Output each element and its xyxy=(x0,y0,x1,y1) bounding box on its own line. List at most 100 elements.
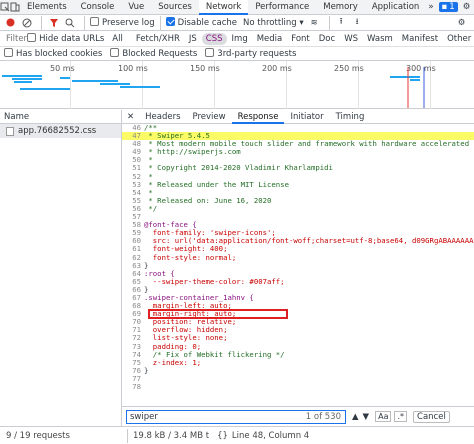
tab-network[interactable]: Network xyxy=(198,0,249,15)
line-text: * Released under the MIT License xyxy=(144,179,289,189)
filter-bar: Filter Hide data URLs All Fetch/XHR JS C… xyxy=(0,31,474,47)
throttling-value: No throttling xyxy=(243,17,297,28)
code-line: 62 font-style: normal; xyxy=(122,252,474,262)
filter-type-css[interactable]: CSS xyxy=(201,32,227,45)
line-text: * http://swiperjs.com xyxy=(144,147,241,157)
tab-elements[interactable]: Elements xyxy=(20,0,74,15)
clear-icon[interactable] xyxy=(20,16,33,29)
preserve-log-checkbox[interactable]: Preserve log xyxy=(90,17,155,28)
blocked-requests-checkbox[interactable]: Blocked Requests xyxy=(110,48,197,59)
tab-performance[interactable]: Performance xyxy=(248,0,316,15)
tab-headers[interactable]: Headers xyxy=(139,110,186,124)
device-toolbar-icon[interactable] xyxy=(10,2,20,12)
hide-data-urls-label: Hide data URLs xyxy=(39,34,105,44)
tab-sources[interactable]: Sources xyxy=(151,0,199,15)
network-overview-timeline[interactable]: 50 ms 100 ms 150 ms 200 ms 250 ms 300 ms xyxy=(0,61,474,109)
search-count: 1 of 530 xyxy=(305,411,341,422)
search-icon[interactable] xyxy=(63,16,76,29)
tab-response[interactable]: Response xyxy=(231,110,285,124)
filter-type-wasm[interactable]: Wasm xyxy=(363,33,397,45)
line-number: 78 xyxy=(132,382,141,391)
checkbox-box[interactable] xyxy=(4,48,13,57)
request-name: app.76682552.css xyxy=(18,126,97,136)
filter-type-all[interactable]: All xyxy=(108,33,127,45)
line-text: font-style: normal; xyxy=(144,252,237,262)
checkbox-box[interactable] xyxy=(110,48,120,57)
import-icon[interactable]: ⭱ xyxy=(335,16,348,29)
preserve-log-label: Preserve log xyxy=(102,18,155,28)
code-line: 53 * Released under the MIT License xyxy=(122,179,474,189)
export-icon[interactable]: ⭳ xyxy=(351,16,364,29)
code-line: 78 xyxy=(122,382,474,391)
tab-initiator[interactable]: Initiator xyxy=(284,110,329,124)
settings-icon[interactable]: ⚙ xyxy=(463,2,471,12)
blocked-requests-label: Blocked Requests xyxy=(122,49,198,59)
next-match-icon[interactable]: ▼ xyxy=(363,412,370,422)
disable-cache-label: Disable cache xyxy=(177,18,237,28)
name-column-header[interactable]: Name xyxy=(0,110,121,124)
tab-console[interactable]: Console xyxy=(74,0,122,15)
line-text: */ xyxy=(144,203,158,213)
blocked-cookies-checkbox[interactable]: Has blocked cookies xyxy=(4,48,102,59)
tab-application[interactable]: Application xyxy=(365,0,427,15)
filter-type-ws[interactable]: WS xyxy=(340,33,362,45)
line-text: } xyxy=(144,365,149,375)
network-conditions-icon[interactable]: ≋ xyxy=(308,16,321,29)
checkbox-box[interactable] xyxy=(90,17,99,26)
tab-timing[interactable]: Timing xyxy=(330,110,371,124)
disable-cache-checkbox[interactable]: Disable cache xyxy=(165,17,237,28)
code-line: 76} xyxy=(122,365,474,375)
network-toolbar: Preserve log Disable cache No throttling… xyxy=(0,15,474,31)
filter-type-manifest[interactable]: Manifest xyxy=(398,33,442,45)
tab-vue[interactable]: Vue xyxy=(121,0,151,15)
record-icon[interactable] xyxy=(4,16,17,29)
filter-type-fetch-xhr[interactable]: Fetch/XHR xyxy=(132,33,184,45)
third-party-checkbox[interactable]: 3rd-party requests xyxy=(205,48,296,59)
code-line: 77 xyxy=(122,374,474,383)
search-input[interactable]: swiper 1 of 530 xyxy=(126,409,346,424)
filter-type-media[interactable]: Media xyxy=(253,33,287,45)
code-line: 63} xyxy=(122,261,474,270)
filter-type-img[interactable]: Img xyxy=(228,33,252,45)
detail-tab-bar: ✕ Headers Preview Response Initiator Tim… xyxy=(122,110,474,124)
devtools-tab-bar: Elements Console Vue Sources Network Per… xyxy=(0,0,474,15)
search-bar: swiper 1 of 530 ▲ ▼ Aa .* Cancel xyxy=(122,406,474,426)
filter-input[interactable]: Filter xyxy=(6,34,27,44)
file-icon xyxy=(6,126,14,136)
issues-badge[interactable]: ▪ 1 xyxy=(438,2,458,12)
previous-match-icon[interactable]: ▲ xyxy=(352,412,359,422)
checkbox-box[interactable] xyxy=(27,33,37,42)
cancel-button[interactable]: Cancel xyxy=(413,410,450,423)
checkbox-box[interactable] xyxy=(165,17,175,26)
line-text xyxy=(144,375,474,383)
throttling-select[interactable]: No throttling ▾ xyxy=(243,18,304,28)
line-text: --swiper-theme-color: #007aff; xyxy=(144,276,285,286)
filter-icon[interactable] xyxy=(47,16,60,29)
code-line: 75 z-index: 1; xyxy=(122,358,474,367)
transferred-size: 19.8 kB / 3.4 MB t xyxy=(133,430,210,441)
request-detail-pane: ✕ Headers Preview Response Initiator Tim… xyxy=(122,110,474,426)
filter-type-doc[interactable]: Doc xyxy=(315,33,339,45)
filter-type-font[interactable]: Font xyxy=(287,33,314,45)
more-tabs-icon[interactable]: » xyxy=(426,2,435,12)
status-bar: 9 / 19 requests 19.8 kB / 3.4 MB t {} Li… xyxy=(0,426,474,444)
network-settings-icon[interactable]: ⚙ xyxy=(455,16,468,29)
response-code-viewer[interactable]: 46/** 47 * Swiper 5.4.5 48 * Most modern m… xyxy=(122,124,474,406)
code-line: 55 * Released on: June 16, 2020 xyxy=(122,196,474,205)
issues-count: 1 xyxy=(449,2,455,12)
hide-data-urls-checkbox[interactable]: Hide data URLs xyxy=(27,33,104,44)
tab-preview[interactable]: Preview xyxy=(187,110,232,124)
request-row[interactable]: app.76682552.css xyxy=(0,124,121,138)
filter-type-other[interactable]: Other xyxy=(443,33,474,45)
case-sensitive-icon[interactable]: Aa xyxy=(375,411,392,422)
tab-memory[interactable]: Memory xyxy=(316,0,365,15)
inspect-icon[interactable] xyxy=(0,2,10,12)
request-list: Name app.76682552.css xyxy=(0,110,122,426)
close-icon[interactable]: ✕ xyxy=(122,112,139,122)
regex-icon[interactable]: .* xyxy=(394,411,408,422)
pretty-print-icon[interactable]: {} xyxy=(217,431,228,441)
checkbox-box[interactable] xyxy=(205,48,215,57)
chevron-down-icon: ▾ xyxy=(299,17,304,28)
search-count-wrap: 1 of 530 xyxy=(306,412,345,422)
filter-type-js[interactable]: JS xyxy=(185,33,201,45)
